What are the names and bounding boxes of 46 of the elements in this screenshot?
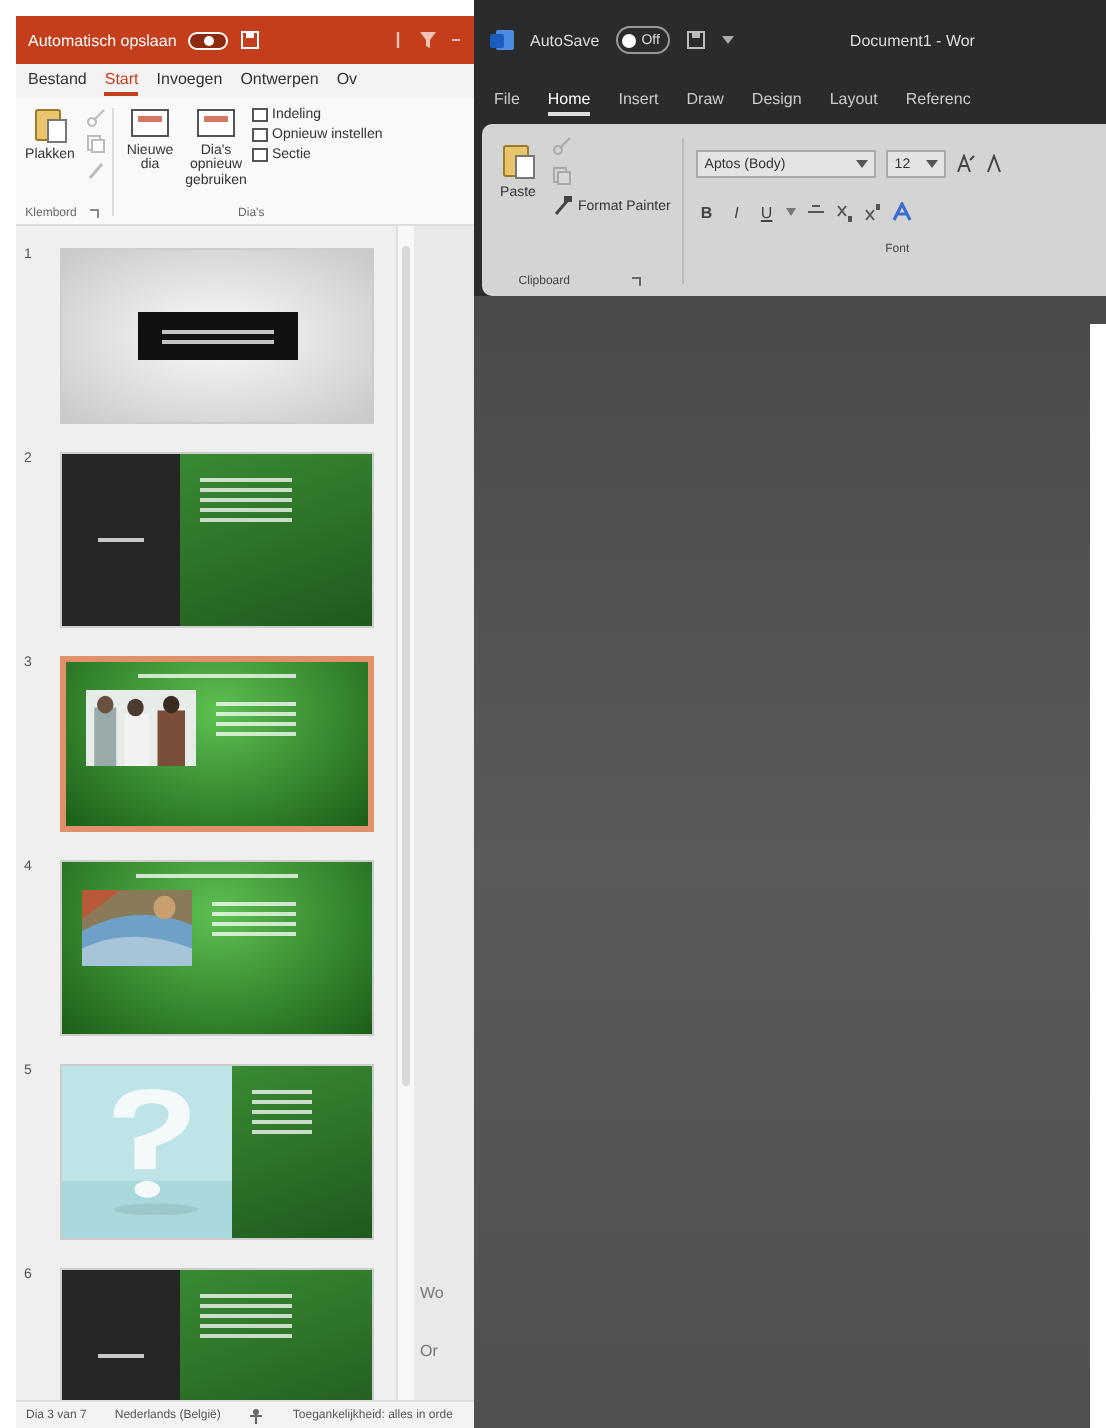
clipboard-icon xyxy=(32,104,68,144)
ribbon-tab[interactable]: Home xyxy=(547,85,591,115)
slide-thumbnail[interactable] xyxy=(60,860,374,1036)
caret-icon xyxy=(856,160,869,168)
ribbon-tab[interactable]: Referenc xyxy=(905,85,971,115)
ribbon-tab[interactable]: Ontwerpen xyxy=(240,66,319,96)
ribbon-tab[interactable]: Invoegen xyxy=(156,66,223,96)
superscript-icon[interactable] xyxy=(864,203,883,221)
format-button[interactable]: I xyxy=(726,203,747,221)
notes-text: Wo xyxy=(420,1284,446,1302)
ribbon-tab[interactable]: Bestand xyxy=(28,66,87,96)
slide-thumbnail[interactable] xyxy=(60,656,374,832)
expand-icon[interactable] xyxy=(88,208,101,220)
clipboard-icon xyxy=(500,140,536,180)
caret-icon xyxy=(926,160,939,168)
format-button[interactable]: B xyxy=(696,203,717,221)
document-title: Document1 - Wor xyxy=(849,31,975,49)
word-logo-icon xyxy=(490,28,514,52)
shrink-font-icon[interactable] xyxy=(986,154,1003,174)
text-effects-icon[interactable] xyxy=(892,202,913,222)
save-icon[interactable] xyxy=(685,30,706,50)
accessibility-icon[interactable] xyxy=(248,1407,265,1423)
slide-thumbnail[interactable] xyxy=(60,1268,374,1400)
notes-text: Or xyxy=(420,1342,440,1360)
filter-icon[interactable] xyxy=(418,30,438,50)
slide-thumbnail[interactable] xyxy=(60,452,374,628)
ribbon-tab[interactable]: Design xyxy=(751,85,802,115)
slide-thumbnail[interactable] xyxy=(60,1064,374,1240)
brush-icon xyxy=(552,196,572,216)
ribbon-tab[interactable]: Layout xyxy=(829,85,878,115)
slide-thumbnail[interactable] xyxy=(60,248,374,424)
autosave-label: Automatisch opslaan xyxy=(28,31,177,49)
slide-icon xyxy=(196,104,236,140)
subscript-icon[interactable] xyxy=(836,203,855,221)
grow-font-icon[interactable] xyxy=(956,154,977,174)
slide-icon xyxy=(130,104,170,140)
format-button[interactable]: U xyxy=(756,203,777,221)
caret-icon[interactable] xyxy=(721,36,734,44)
expand-icon[interactable] xyxy=(629,276,642,288)
ribbon-tab[interactable]: File xyxy=(494,85,520,115)
caret-icon[interactable] xyxy=(786,208,797,216)
ribbon-tab[interactable]: Insert xyxy=(618,85,659,115)
ribbon-tab[interactable]: Ov xyxy=(336,66,358,96)
ribbon-tab[interactable]: Draw xyxy=(686,85,724,115)
autosave-label: AutoSave xyxy=(530,31,600,49)
toggle-switch[interactable] xyxy=(188,31,229,49)
